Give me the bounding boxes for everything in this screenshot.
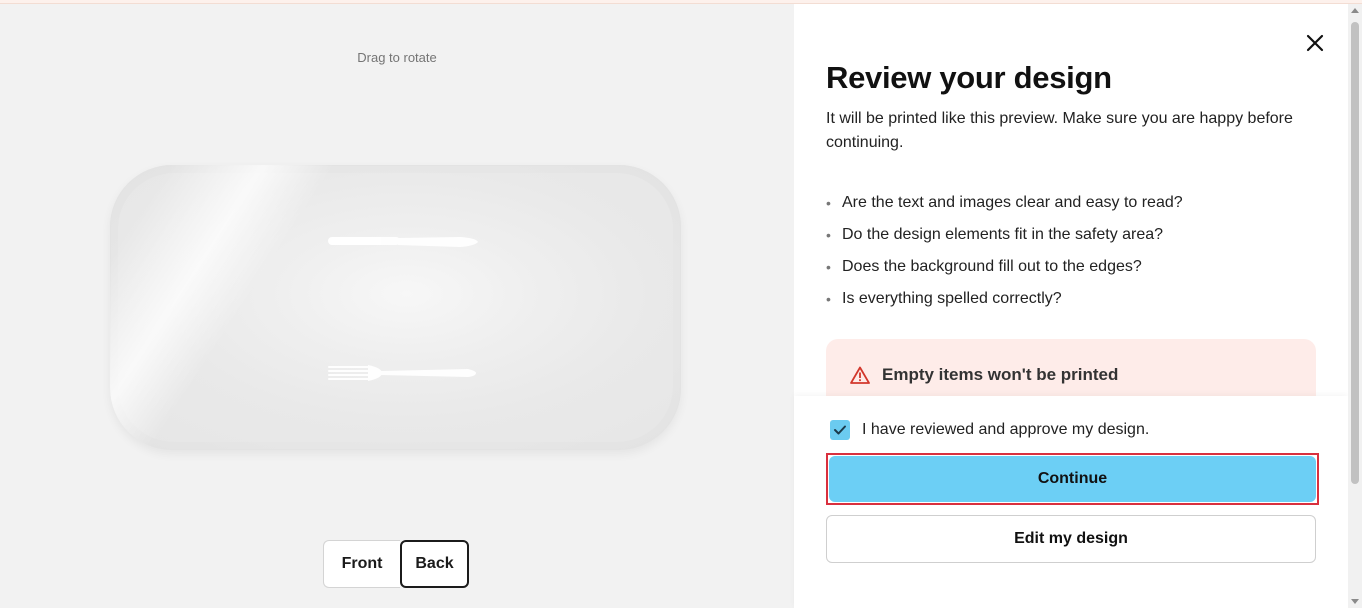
review-description: It will be printed like this preview. Ma… xyxy=(826,110,1293,151)
view-toggle: Front Back xyxy=(323,540,469,588)
checklist-item: Does the background fill out to the edge… xyxy=(826,251,1183,283)
knife-icon xyxy=(328,237,478,247)
warning-text: Empty items won't be printed xyxy=(882,365,1119,384)
checklist-item: Are the text and images clear and easy t… xyxy=(826,187,1183,219)
scrollbar-thumb[interactable] xyxy=(1351,22,1359,484)
panel-scrollbar[interactable] xyxy=(1348,4,1362,608)
scroll-up-arrow-icon[interactable] xyxy=(1351,8,1359,13)
back-view-button[interactable]: Back xyxy=(400,540,469,588)
drag-to-rotate-hint: Drag to rotate xyxy=(357,50,437,65)
approve-checkbox[interactable] xyxy=(830,420,850,440)
review-checklist: Are the text and images clear and easy t… xyxy=(826,187,1183,315)
design-preview-area[interactable]: Drag to rotate Front Back xyxy=(0,4,794,608)
review-panel: Review your design It will be printed li… xyxy=(794,4,1362,608)
close-icon xyxy=(1306,34,1324,52)
continue-focus-outline: Continue xyxy=(826,453,1319,505)
approve-checkbox-row[interactable]: I have reviewed and approve my design. xyxy=(830,420,1149,440)
checkmark-icon xyxy=(834,425,846,435)
product-3d-preview[interactable] xyxy=(110,165,681,450)
panel-footer: I have reviewed and approve my design. C… xyxy=(794,396,1348,608)
checklist-item: Do the design elements fit in the safety… xyxy=(826,219,1183,251)
page-title: Review your design xyxy=(826,60,1112,95)
cutlery-artwork xyxy=(328,237,478,381)
front-view-button[interactable]: Front xyxy=(323,540,400,588)
close-button[interactable] xyxy=(1302,30,1328,56)
continue-button[interactable]: Continue xyxy=(829,456,1316,502)
fork-icon xyxy=(328,365,476,381)
checklist-item: Is everything spelled correctly? xyxy=(826,283,1183,315)
approve-label: I have reviewed and approve my design. xyxy=(862,421,1150,438)
warning-triangle-icon xyxy=(850,366,870,384)
scroll-down-arrow-icon[interactable] xyxy=(1351,599,1359,604)
edit-design-button[interactable]: Edit my design xyxy=(826,515,1316,563)
